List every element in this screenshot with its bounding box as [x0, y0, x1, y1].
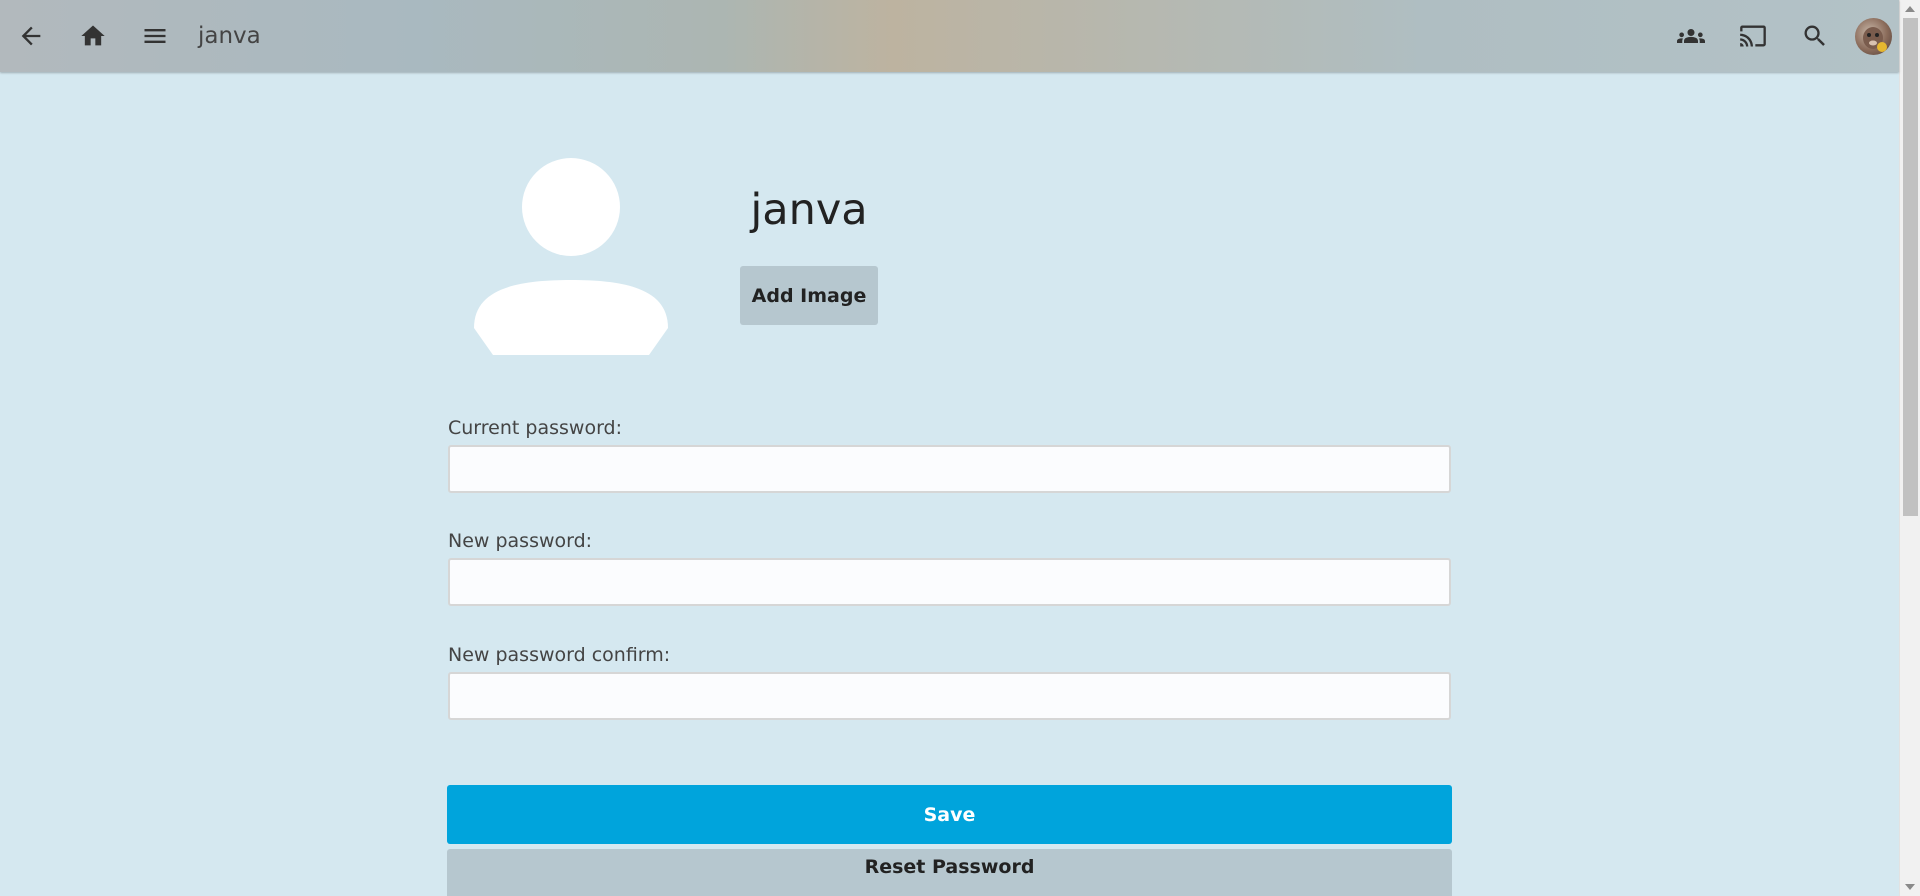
user-avatar[interactable]	[1855, 18, 1892, 55]
new-password-confirm-label: New password confirm:	[448, 644, 671, 666]
page-scrollbar[interactable]	[1899, 0, 1920, 896]
back-button[interactable]	[6, 11, 56, 61]
scroll-thumb[interactable]	[1903, 18, 1918, 516]
page-title: janva	[198, 23, 261, 49]
new-password-field[interactable]	[448, 558, 1451, 606]
app-header: janva	[0, 0, 1899, 72]
home-icon	[81, 25, 105, 46]
cast-icon	[1740, 25, 1766, 47]
profile-avatar	[466, 153, 676, 355]
group-users-icon	[1677, 29, 1705, 43]
back-arrow-icon	[21, 26, 41, 46]
scroll-up-arrow-icon[interactable]	[1905, 6, 1915, 12]
search-icon	[1804, 25, 1825, 46]
add-image-button[interactable]: Add Image	[740, 266, 878, 325]
hamburger-menu-icon	[144, 29, 166, 43]
new-password-confirm-field[interactable]	[448, 672, 1451, 720]
users-button[interactable]	[1666, 11, 1716, 61]
scroll-down-arrow-icon[interactable]	[1905, 884, 1915, 890]
save-button[interactable]: Save	[447, 785, 1452, 844]
current-password-label: Current password:	[448, 417, 623, 439]
new-password-label: New password:	[448, 530, 593, 552]
home-button[interactable]	[68, 11, 118, 61]
cast-button[interactable]	[1728, 11, 1778, 61]
reset-password-button[interactable]: Reset Password	[447, 849, 1452, 896]
profile-username: janva	[750, 185, 868, 235]
current-password-field[interactable]	[448, 445, 1451, 493]
menu-button[interactable]	[130, 11, 180, 61]
default-user-silhouette-icon	[474, 158, 668, 355]
search-button[interactable]	[1790, 11, 1840, 61]
user-photo-icon	[1863, 27, 1887, 52]
